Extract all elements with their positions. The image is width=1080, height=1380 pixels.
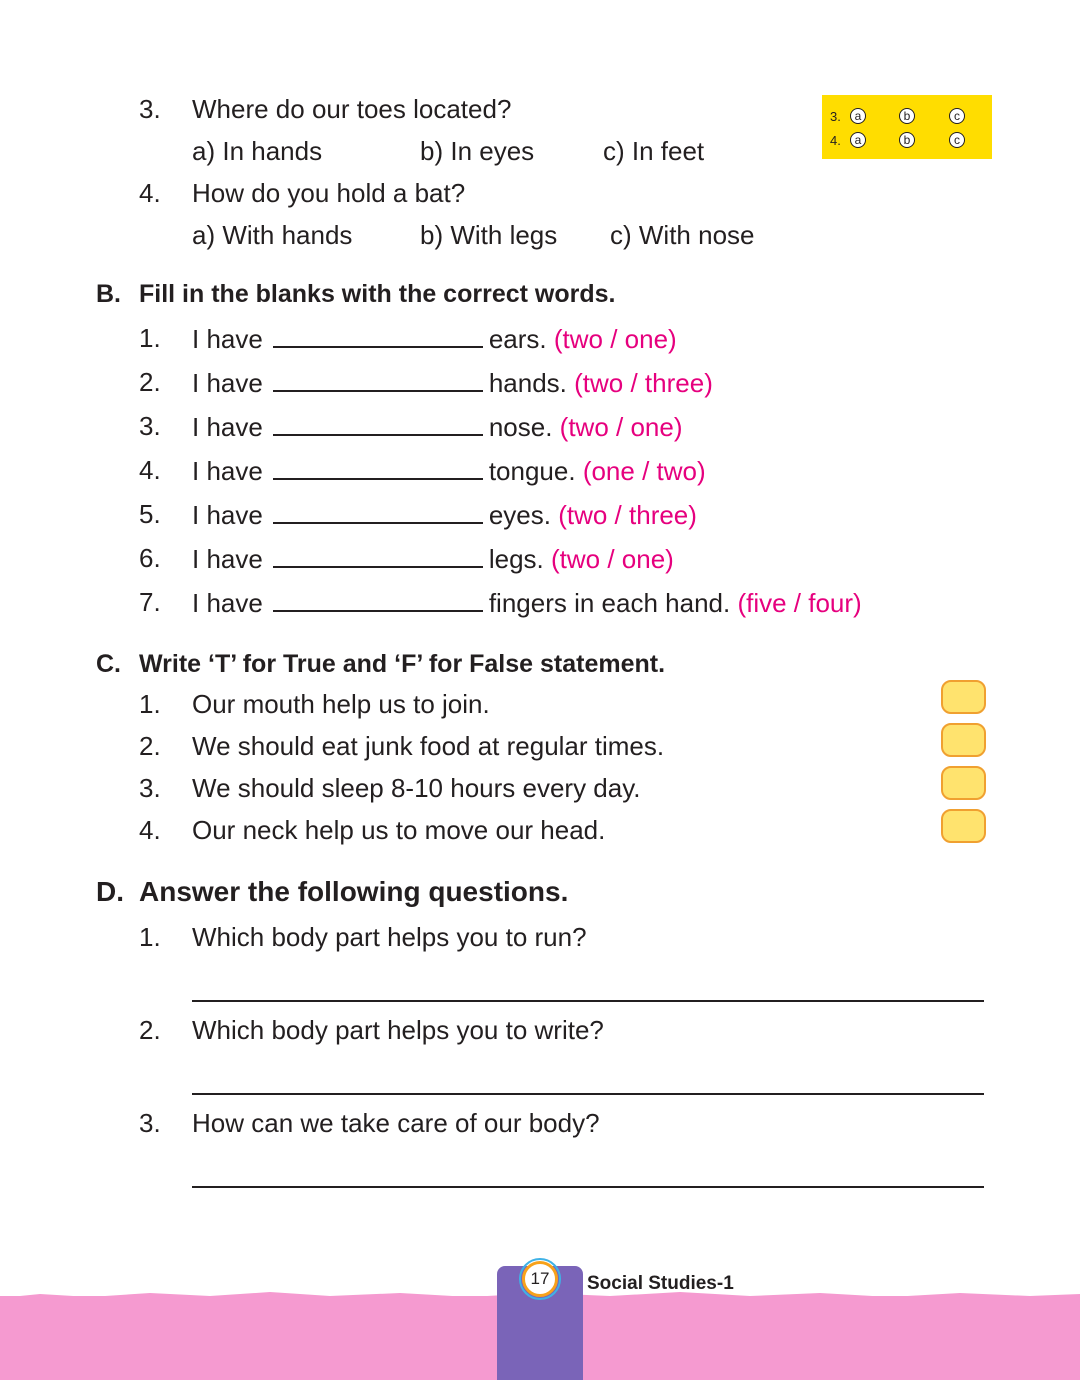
fill-item-num: 5.: [139, 499, 161, 529]
answer-line[interactable]: [192, 1093, 984, 1095]
fill-item-pre: I have: [192, 412, 263, 442]
option-b: b) In eyes: [420, 136, 535, 166]
tf-item-num: 3.: [139, 773, 161, 803]
fill-item: I have hands. (two / three): [192, 366, 713, 399]
fill-item-pre: I have: [192, 544, 263, 574]
section-letter: B.: [96, 280, 121, 308]
answer-bubble-a[interactable]: a: [850, 108, 866, 124]
answer-question-text: Which body part helps you to write?: [192, 1015, 604, 1045]
choice-text: (two / one): [559, 412, 683, 442]
choice-text: (two / one): [553, 324, 677, 354]
fill-item: I have eyes. (two / three): [192, 498, 697, 531]
fill-item-num: 2.: [139, 367, 161, 397]
answer-key-box: 3. a b c 4. a b c: [822, 95, 992, 159]
question-num: 3.: [139, 94, 161, 124]
fill-item: I have tongue. (one / two): [192, 454, 706, 487]
answer-bubble-c[interactable]: c: [949, 132, 965, 148]
tf-answer-box[interactable]: [941, 723, 986, 757]
answer-question-text: Which body part helps you to run?: [192, 922, 587, 952]
option-a: a) In hands: [192, 136, 323, 166]
tf-item-num: 1.: [139, 689, 161, 719]
section-title: Write ‘T’ for True and ‘F’ for False sta…: [139, 650, 666, 678]
tf-item-num: 4.: [139, 815, 161, 845]
fill-item-post: hands.: [488, 368, 567, 398]
choice-text: (five / four): [737, 588, 862, 618]
fill-item-pre: I have: [192, 456, 263, 486]
question-text: Where do our toes located?: [192, 94, 512, 124]
answer-question-num: 3.: [139, 1108, 161, 1138]
answer-question-num: 1.: [139, 922, 161, 952]
choice-text: (two / three): [558, 500, 697, 530]
fill-item: I have fingers in each hand. (five / four…: [192, 586, 862, 619]
section-title: Fill in the blanks with the correct word…: [139, 280, 616, 308]
choice-text: (two / three): [574, 368, 713, 398]
tf-answer-box[interactable]: [941, 766, 986, 800]
answer-key-row-num: 3.: [830, 109, 841, 124]
fill-item-num: 4.: [139, 455, 161, 485]
blank-line[interactable]: [272, 498, 483, 524]
fill-item: I have ears. (two / one): [192, 322, 677, 355]
answer-key-row-num: 4.: [830, 133, 841, 148]
fill-item-num: 7.: [139, 587, 161, 617]
fill-item-pre: I have: [192, 368, 263, 398]
question-num: 4.: [139, 178, 161, 208]
option-c: c) In feet: [603, 136, 705, 166]
option-b: b) With legs: [420, 220, 558, 250]
fill-item-pre: I have: [192, 324, 263, 354]
answer-bubble-b[interactable]: b: [899, 108, 915, 124]
choice-text: (one / two): [582, 456, 706, 486]
tf-item-num: 2.: [139, 731, 161, 761]
fill-item-num: 3.: [139, 411, 161, 441]
fill-item-num: 6.: [139, 543, 161, 573]
section-title: Answer the following questions.: [139, 876, 569, 907]
tf-answer-box[interactable]: [941, 680, 986, 714]
fill-item-num: 1.: [139, 323, 161, 353]
tf-answer-box[interactable]: [941, 809, 986, 843]
fill-item-post: tongue.: [488, 456, 576, 486]
blank-line[interactable]: [272, 542, 483, 568]
fill-item-post: fingers in each hand.: [488, 588, 731, 618]
fill-item-post: ears.: [488, 324, 547, 354]
answer-question-num: 2.: [139, 1015, 161, 1045]
blank-line[interactable]: [272, 454, 483, 480]
answer-line[interactable]: [192, 1186, 984, 1188]
blank-line[interactable]: [272, 322, 483, 348]
tf-item-text: Our neck help us to move our head.: [192, 815, 606, 845]
book-title: Social Studies-1: [587, 1273, 734, 1294]
answer-line[interactable]: [192, 1000, 984, 1002]
fill-item-pre: I have: [192, 588, 263, 618]
fill-item-post: nose.: [488, 412, 553, 442]
fill-item: I have legs. (two / one): [192, 542, 674, 575]
answer-bubble-c[interactable]: c: [949, 108, 965, 124]
choice-text: (two / one): [550, 544, 674, 574]
fill-item: I have nose. (two / one): [192, 410, 683, 443]
blank-line[interactable]: [272, 366, 483, 392]
answer-bubble-a[interactable]: a: [850, 132, 866, 148]
answer-question-text: How can we take care of our body?: [192, 1108, 600, 1138]
section-letter: D.: [96, 876, 124, 907]
option-c: c) With nose: [610, 220, 755, 250]
blank-line[interactable]: [272, 586, 483, 612]
tf-item-text: Our mouth help us to join.: [192, 689, 490, 719]
option-a: a) With hands: [192, 220, 353, 250]
question-text: How do you hold a bat?: [192, 178, 466, 208]
fill-item-post: eyes.: [488, 500, 551, 530]
section-letter: C.: [96, 650, 121, 678]
page-number: 17: [519, 1258, 561, 1300]
fill-item-pre: I have: [192, 500, 263, 530]
tf-item-text: We should eat junk food at regular times…: [192, 731, 665, 761]
fill-item-post: legs.: [488, 544, 544, 574]
blank-line[interactable]: [272, 410, 483, 436]
answer-bubble-b[interactable]: b: [899, 132, 915, 148]
tf-item-text: We should sleep 8-10 hours every day.: [192, 773, 641, 803]
